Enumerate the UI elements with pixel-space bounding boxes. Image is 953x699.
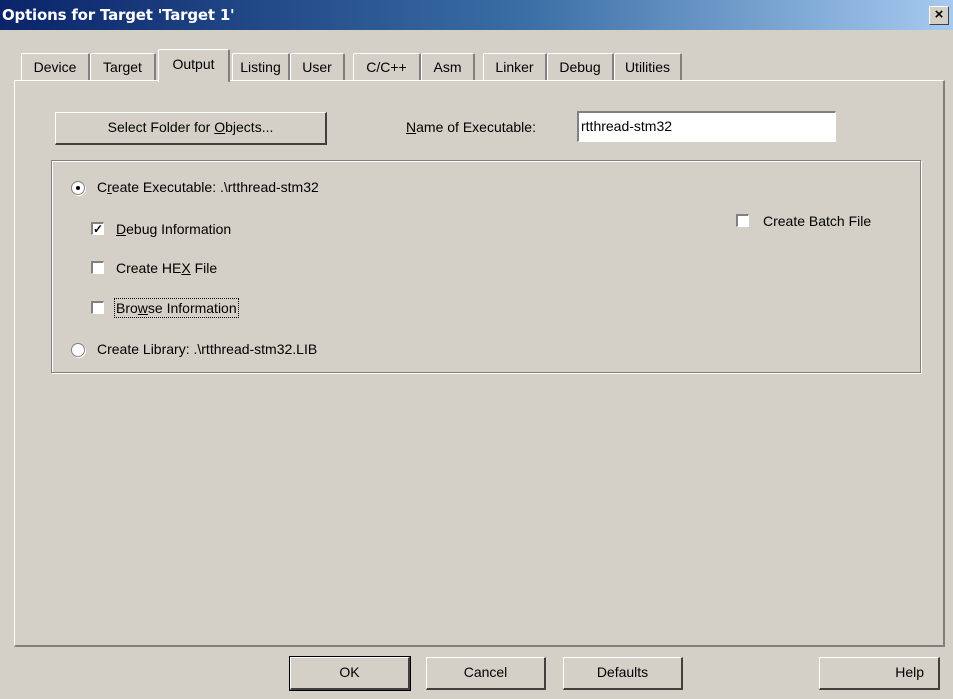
tab-debug[interactable]: Debug bbox=[547, 53, 614, 80]
create-exe-pre: C bbox=[97, 179, 108, 195]
debug-information-checkbox[interactable]: ✓ bbox=[91, 222, 104, 235]
name-label-key: N bbox=[406, 119, 417, 135]
cancel-button[interactable]: Cancel bbox=[426, 657, 546, 690]
tab-label: Utilities bbox=[624, 59, 671, 75]
tab-label: User bbox=[302, 59, 332, 75]
debug-information-label: Debug Information bbox=[116, 221, 231, 237]
create-library-label: Create Library: .\rtthread-stm32.LIB bbox=[97, 341, 318, 357]
tab-label: Debug bbox=[559, 59, 601, 75]
create-library-radio[interactable] bbox=[71, 343, 85, 357]
cancel-label: Cancel bbox=[463, 664, 508, 680]
create-executable-radio[interactable] bbox=[71, 181, 85, 195]
tab-target[interactable]: Target bbox=[90, 53, 156, 80]
radio-selected-dot bbox=[76, 186, 80, 190]
create-hex-key: X bbox=[181, 260, 191, 276]
close-icon: × bbox=[934, 6, 944, 23]
tab-output[interactable]: Output bbox=[158, 49, 230, 82]
help-label: Help bbox=[895, 664, 924, 680]
tab-label: Asm bbox=[433, 59, 462, 75]
check-icon: ✓ bbox=[93, 222, 104, 236]
ok-label: OK bbox=[339, 664, 360, 680]
create-hex-file-label: Create HEX File bbox=[116, 260, 217, 276]
close-button[interactable]: × bbox=[929, 6, 949, 25]
tab-linker[interactable]: Linker bbox=[483, 53, 547, 80]
tab-user[interactable]: User bbox=[290, 53, 345, 80]
debug-info-key: D bbox=[116, 221, 127, 237]
create-hex-pre: Create HE bbox=[116, 260, 182, 276]
select-folder-button[interactable]: Select Folder for Objects... bbox=[55, 112, 327, 145]
tab-device[interactable]: Device bbox=[21, 53, 90, 80]
create-exe-post: eate Executable: .\rtthread-stm32 bbox=[111, 179, 319, 195]
browse-info-post: se Information bbox=[147, 300, 237, 316]
select-folder-label-post: bjects... bbox=[225, 119, 274, 135]
defaults-button[interactable]: Defaults bbox=[563, 657, 683, 690]
browse-information-label: Browse Information bbox=[114, 298, 239, 318]
tab-asm[interactable]: Asm bbox=[421, 53, 475, 80]
tab-label: Listing bbox=[240, 59, 281, 75]
name-of-executable-value: rtthread-stm32 bbox=[581, 118, 673, 134]
browse-info-pre: Bro bbox=[116, 300, 138, 316]
select-folder-label-key: O bbox=[214, 119, 226, 135]
tab-listing[interactable]: Listing bbox=[232, 53, 290, 80]
tab-c-cpp[interactable]: C/C++ bbox=[353, 53, 421, 80]
ok-button[interactable]: OK bbox=[289, 656, 411, 691]
create-batch-file-label: Create Batch File bbox=[763, 213, 872, 229]
name-of-executable-label: Name of Executable: bbox=[406, 119, 536, 135]
tab-label: C/C++ bbox=[366, 59, 407, 75]
tab-label: Device bbox=[33, 59, 77, 75]
help-button[interactable]: Help bbox=[819, 657, 940, 690]
name-of-executable-input[interactable]: rtthread-stm32 bbox=[577, 111, 836, 142]
create-batch-file-checkbox[interactable] bbox=[736, 214, 749, 227]
create-hex-post: File bbox=[190, 260, 218, 276]
browse-information-checkbox[interactable] bbox=[91, 301, 104, 314]
name-label-rest: ame of Executable: bbox=[416, 119, 536, 135]
browse-info-key: w bbox=[137, 300, 148, 316]
create-hex-file-checkbox[interactable] bbox=[91, 261, 104, 274]
select-folder-label-pre: Select Folder for bbox=[107, 119, 215, 135]
title-bar: Options for Target 'Target 1' × bbox=[0, 0, 953, 30]
tab-utilities[interactable]: Utilities bbox=[614, 53, 682, 80]
create-executable-label: Create Executable: .\rtthread-stm32 bbox=[97, 179, 319, 195]
tab-label: Linker bbox=[495, 59, 534, 75]
debug-info-rest: ebug Information bbox=[126, 221, 232, 237]
defaults-label: Defaults bbox=[596, 664, 649, 680]
tab-label: Output bbox=[172, 56, 215, 72]
window-title: Options for Target 'Target 1' bbox=[2, 6, 235, 24]
tab-label: Target bbox=[103, 59, 142, 75]
